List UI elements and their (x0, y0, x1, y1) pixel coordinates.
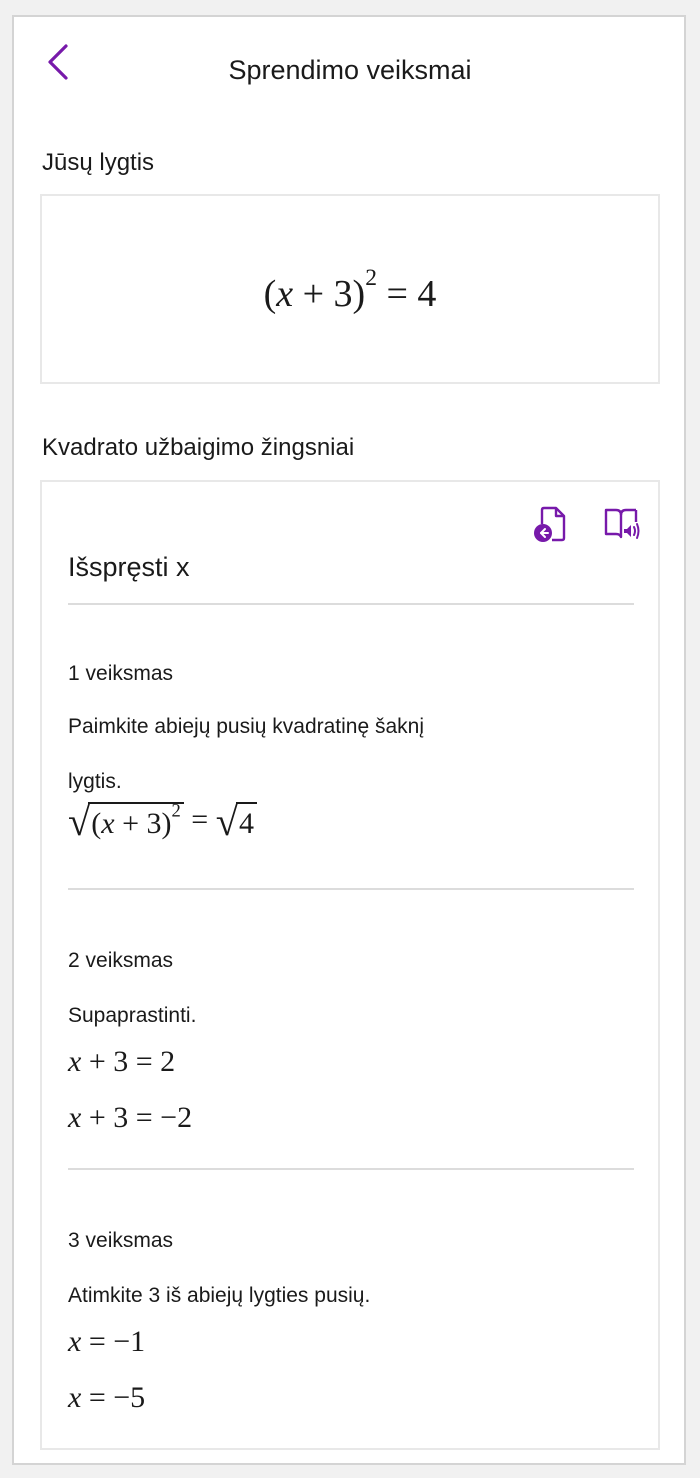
step-3-equation-2: x = −5 (68, 1381, 146, 1414)
step-2-equation-1: x + 3 = 2 (68, 1045, 176, 1078)
divider (68, 888, 634, 890)
equation-exponent: 2 (365, 264, 377, 291)
step-3-text: Atimkite 3 iš abiejų lygties pusių. (68, 1284, 371, 1307)
solution-steps-panel: Sprendimo veiksmai Jūsų lygtis (x + 3)2 … (12, 15, 686, 1465)
step-2-text: Supaprastinti. (68, 1004, 197, 1027)
main-equation: (x + 3)2 = 4 (42, 266, 658, 316)
step-1-label: 1 veiksmas (68, 662, 174, 685)
step-1-equals: = (191, 803, 209, 837)
step-3-label: 3 veiksmas (68, 1229, 174, 1252)
sqrt-left-exponent: 2 (171, 800, 181, 822)
your-equation-label: Jūsų lygtis (42, 149, 155, 176)
step-1-equation: √ (x + 3)2 = √ 4 (68, 800, 257, 843)
sqrt-left: √ (x + 3)2 (68, 800, 184, 843)
insert-to-page-icon (534, 506, 566, 542)
step-2-equation-2: x + 3 = −2 (68, 1101, 193, 1134)
sqrt-left-base: (x + 3) (91, 807, 172, 840)
steps-method-label: Kvadrato užbaigimo žingsniai (42, 434, 355, 461)
insert-to-page-button[interactable] (532, 504, 572, 544)
solve-title: Išspręsti x (68, 552, 190, 582)
divider (68, 603, 634, 605)
page-title: Sprendimo veiksmai (228, 55, 472, 85)
step-1-text-cont: lygtis. (68, 770, 122, 793)
equation-rhs: = 4 (386, 273, 437, 315)
step-1-text: Paimkite abiejų pusių kvadratinę šaknį (68, 715, 425, 738)
divider (68, 1168, 634, 1170)
immersive-reader-button[interactable] (602, 504, 642, 544)
equation-card: (x + 3)2 = 4 (40, 194, 660, 384)
steps-card: Išspręsti x 1 veiksmas Paimkite abiejų p… (40, 480, 660, 1450)
immersive-reader-icon (604, 508, 640, 539)
sqrt-right: √ 4 (216, 801, 257, 843)
equation-base: (x + 3) (263, 273, 366, 315)
step-2-label: 2 veiksmas (68, 949, 174, 972)
step-3-equation-1: x = −1 (68, 1325, 146, 1358)
sqrt-right-radicand: 4 (235, 802, 257, 843)
